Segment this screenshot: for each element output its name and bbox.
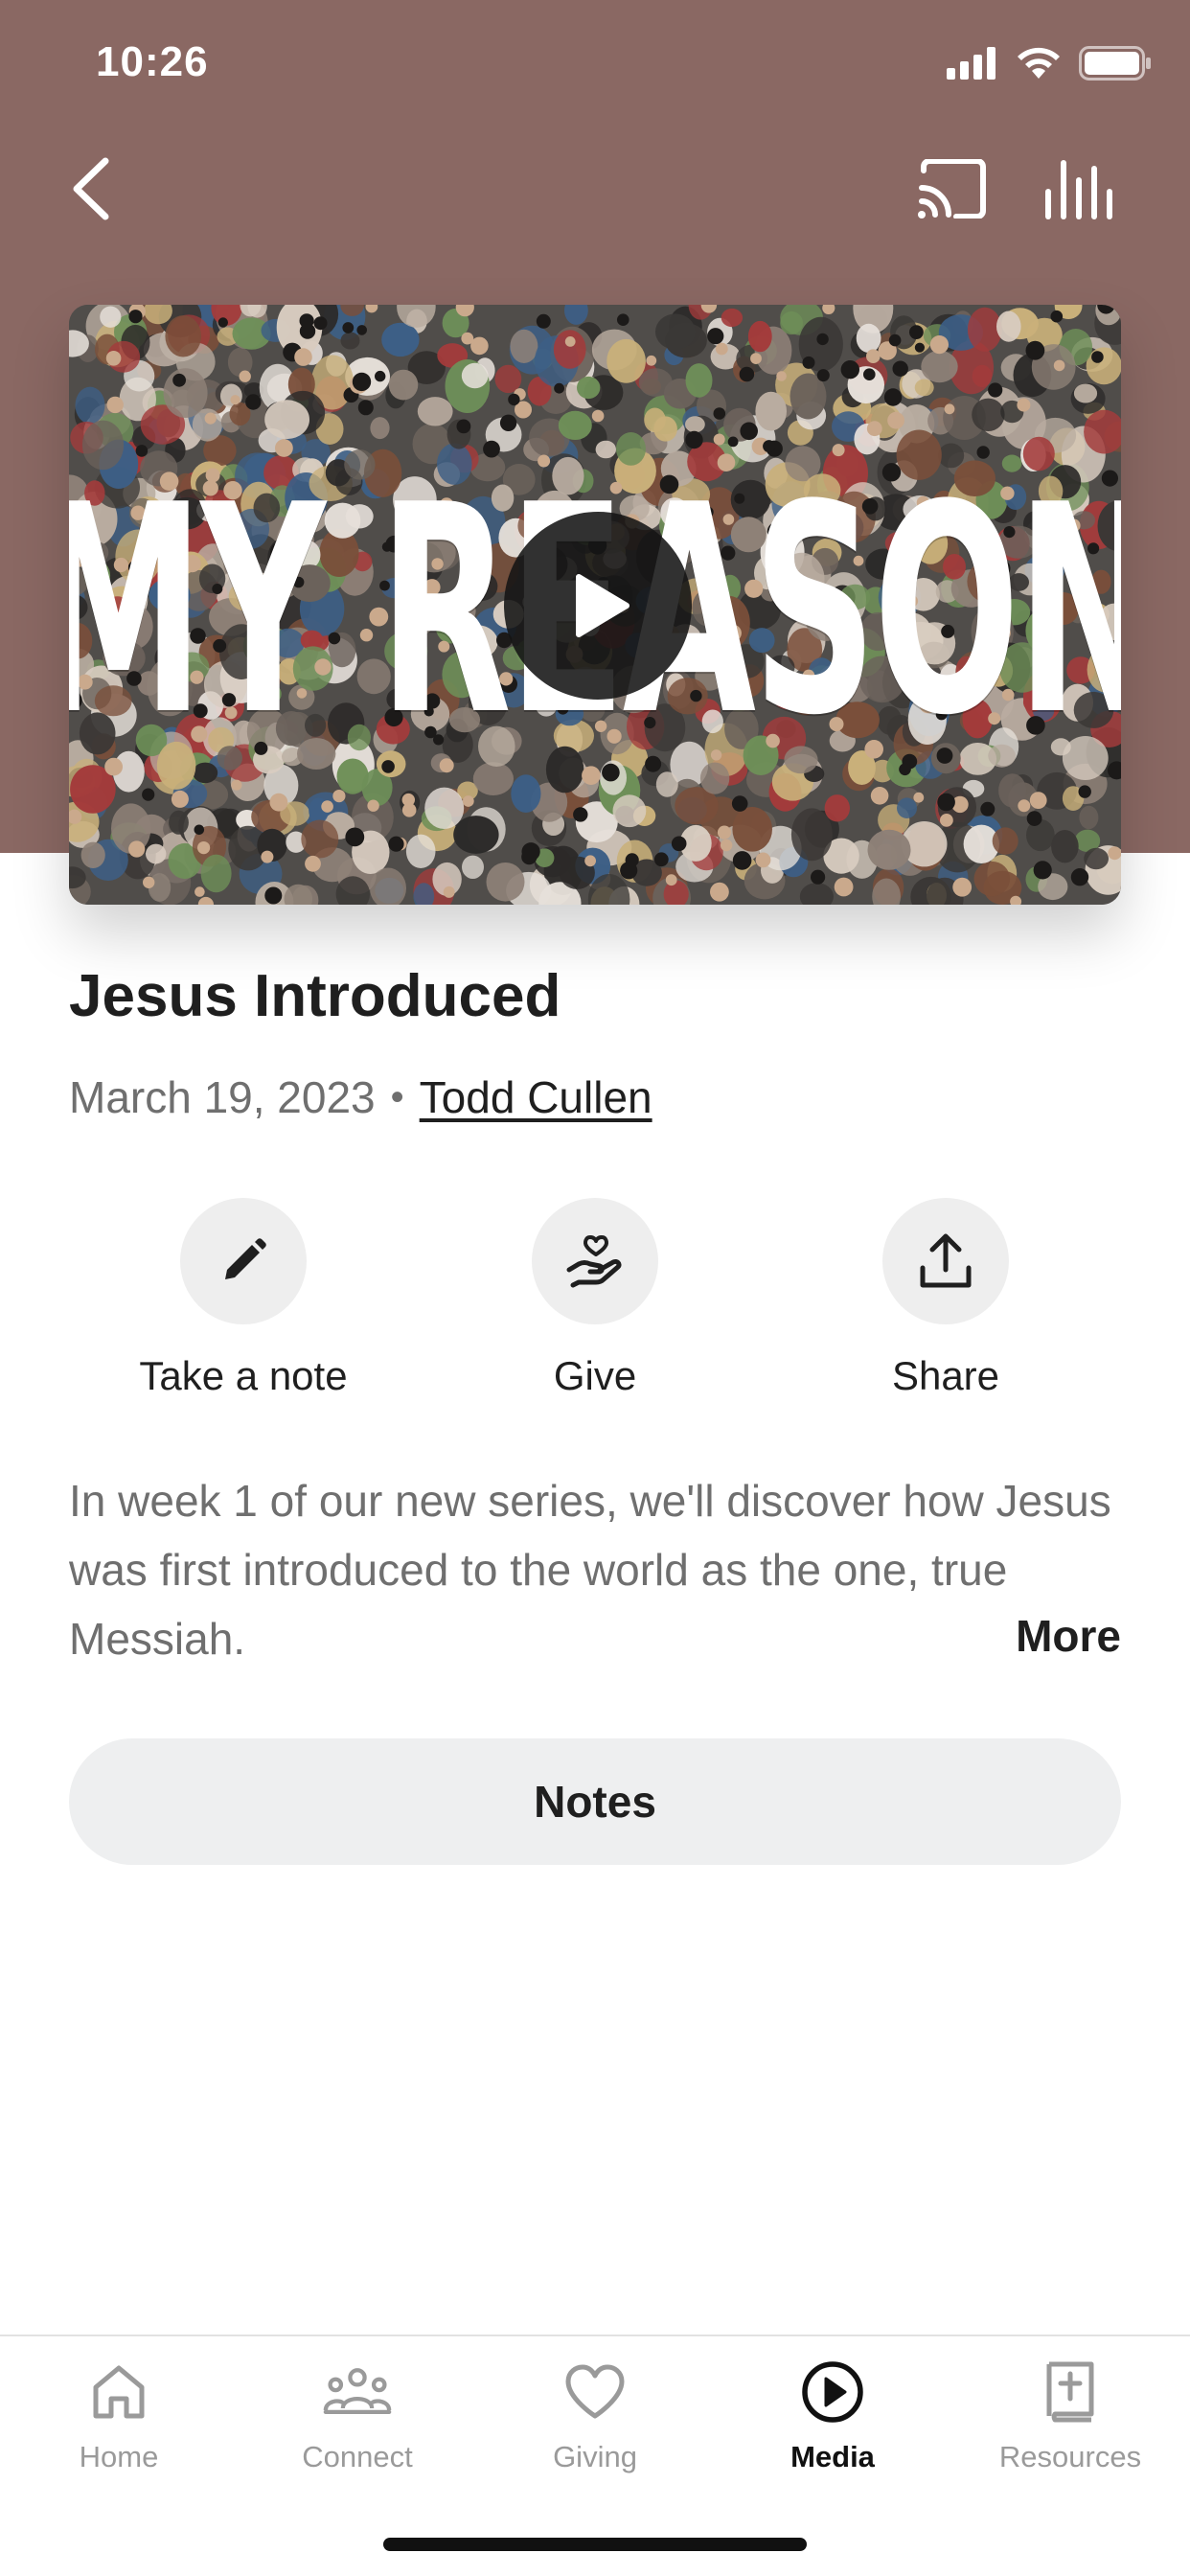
give-circle[interactable] bbox=[532, 1198, 658, 1324]
pencil-icon bbox=[225, 1238, 266, 1279]
wifi-icon bbox=[1018, 47, 1060, 79]
notes-button[interactable]: Notes bbox=[69, 1738, 1121, 1865]
sermon-detail-screen: 10:26 REASON Jesus Introduced March 19, … bbox=[0, 0, 1190, 2576]
tab-giving[interactable]: Giving bbox=[476, 2358, 714, 2492]
give-label: Give bbox=[553, 1353, 637, 1398]
sermon-date: March 19, 2023 bbox=[69, 1072, 376, 1122]
tab-giving-label: Giving bbox=[553, 2440, 637, 2473]
cast-icon[interactable] bbox=[918, 159, 987, 218]
chevron-left-icon[interactable] bbox=[63, 153, 121, 224]
play-button[interactable] bbox=[504, 512, 692, 700]
speaker-link[interactable]: Todd Cullen bbox=[420, 1071, 652, 1123]
tab-media-label: Media bbox=[790, 2440, 875, 2473]
share-circle[interactable] bbox=[882, 1198, 1009, 1324]
tab-resources[interactable]: Resources bbox=[951, 2358, 1189, 2492]
tab-connect[interactable]: Connect bbox=[239, 2358, 476, 2492]
heart-hand-icon bbox=[566, 1235, 622, 1288]
play-circle-icon bbox=[802, 2361, 863, 2423]
share-button[interactable]: Share bbox=[802, 1198, 1089, 1418]
take-note-circle[interactable] bbox=[180, 1198, 307, 1324]
tab-connect-label: Connect bbox=[302, 2440, 413, 2473]
share-label: Share bbox=[891, 1353, 1000, 1398]
sermon-title: Jesus Introduced bbox=[69, 963, 561, 1029]
sermon-meta: March 19, 2023 • Todd Cullen bbox=[69, 1071, 652, 1123]
more-link[interactable]: More bbox=[1016, 1610, 1121, 1662]
take-note-label: Take a note bbox=[139, 1353, 348, 1398]
heart-icon bbox=[565, 2364, 625, 2419]
sermon-description: In week 1 of our new series, we'll disco… bbox=[69, 1476, 1111, 1664]
signal-icon bbox=[947, 47, 995, 80]
tab-media[interactable]: Media bbox=[714, 2358, 951, 2492]
give-button[interactable]: Give bbox=[451, 1198, 739, 1418]
people-icon bbox=[323, 2368, 392, 2414]
tab-home[interactable]: Home bbox=[0, 2358, 238, 2492]
status-time: 10:26 bbox=[96, 38, 209, 85]
home-icon bbox=[93, 2365, 145, 2419]
bible-icon bbox=[1046, 2361, 1094, 2423]
tab-resources-label: Resources bbox=[998, 2440, 1142, 2473]
home-indicator bbox=[383, 2538, 807, 2551]
play-icon bbox=[576, 574, 629, 637]
battery-icon bbox=[1079, 46, 1151, 80]
share-icon bbox=[920, 1233, 972, 1288]
video-player[interactable]: MY REASON bbox=[69, 305, 1121, 905]
take-note-button[interactable]: Take a note bbox=[100, 1198, 387, 1418]
action-row: Take a note Give Share bbox=[0, 1198, 1190, 1418]
tab-home-label: Home bbox=[79, 2440, 159, 2473]
meta-separator: • bbox=[390, 1075, 404, 1118]
equalizer-icon[interactable] bbox=[1042, 159, 1115, 220]
status-icons bbox=[947, 44, 1152, 82]
